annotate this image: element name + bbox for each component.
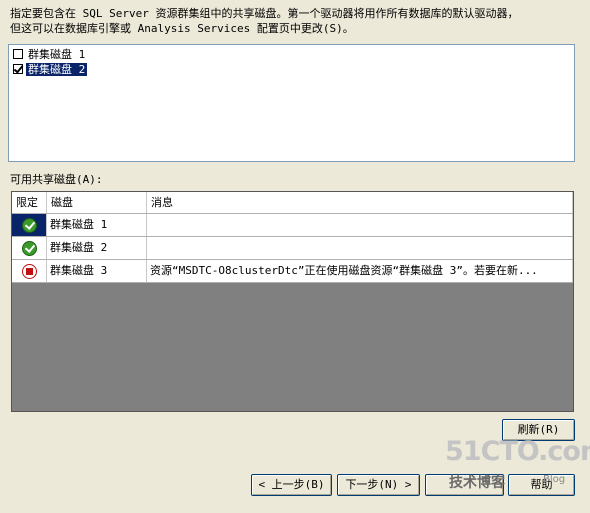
message-cell: [147, 237, 573, 259]
disk-1-checkbox[interactable]: [13, 49, 23, 59]
disk-2-label[interactable]: 群集磁盘 2: [26, 62, 88, 76]
available-disks-label: 可用共享磁盘(A):: [10, 173, 103, 186]
next-button[interactable]: 下一步(N) >: [337, 474, 420, 496]
disk-option-1[interactable]: 群集磁盘 1: [13, 47, 87, 61]
table-row[interactable]: 群集磁盘 2: [12, 237, 573, 260]
available-disks-grid[interactable]: 限定 磁盘 消息 群集磁盘 1 群集磁盘 2 群集磁盘 3 资源“MSDTC-O…: [11, 191, 574, 412]
refresh-button[interactable]: 刷新(R): [502, 419, 575, 441]
instructions-text: 指定要包含在 SQL Server 资源群集组中的共享磁盘。第一个驱动器将用作所…: [10, 7, 519, 35]
shared-disk-checklist[interactable]: 群集磁盘 1 群集磁盘 2: [8, 44, 575, 162]
status-cell: [12, 214, 47, 236]
disk-cell: 群集磁盘 2: [47, 237, 147, 259]
disk-option-2[interactable]: 群集磁盘 2: [13, 62, 88, 76]
stop-icon: [21, 263, 37, 279]
message-cell: 资源“MSDTC-O8clusterDtc”正在使用磁盘资源“群集磁盘 3”。若…: [147, 260, 573, 282]
help-button[interactable]: 帮助: [508, 474, 575, 496]
ok-icon: [21, 240, 37, 256]
header-disk[interactable]: 磁盘: [47, 192, 147, 213]
disk-1-label[interactable]: 群集磁盘 1: [26, 48, 87, 61]
back-button[interactable]: < 上一步(B): [251, 474, 332, 496]
message-cell: [147, 214, 573, 236]
disk-2-checkbox[interactable]: [13, 64, 23, 74]
ok-icon: [21, 217, 37, 233]
grid-header: 限定 磁盘 消息: [12, 192, 573, 214]
status-cell: [12, 237, 47, 259]
disk-cell: 群集磁盘 1: [47, 214, 147, 236]
blank-button[interactable]: [425, 474, 504, 496]
table-row[interactable]: 群集磁盘 3 资源“MSDTC-O8clusterDtc”正在使用磁盘资源“群集…: [12, 260, 573, 283]
header-qualified[interactable]: 限定: [12, 192, 47, 213]
status-cell: [12, 260, 47, 282]
disk-cell: 群集磁盘 3: [47, 260, 147, 282]
header-message[interactable]: 消息: [147, 192, 573, 213]
table-row[interactable]: 群集磁盘 1: [12, 214, 573, 237]
